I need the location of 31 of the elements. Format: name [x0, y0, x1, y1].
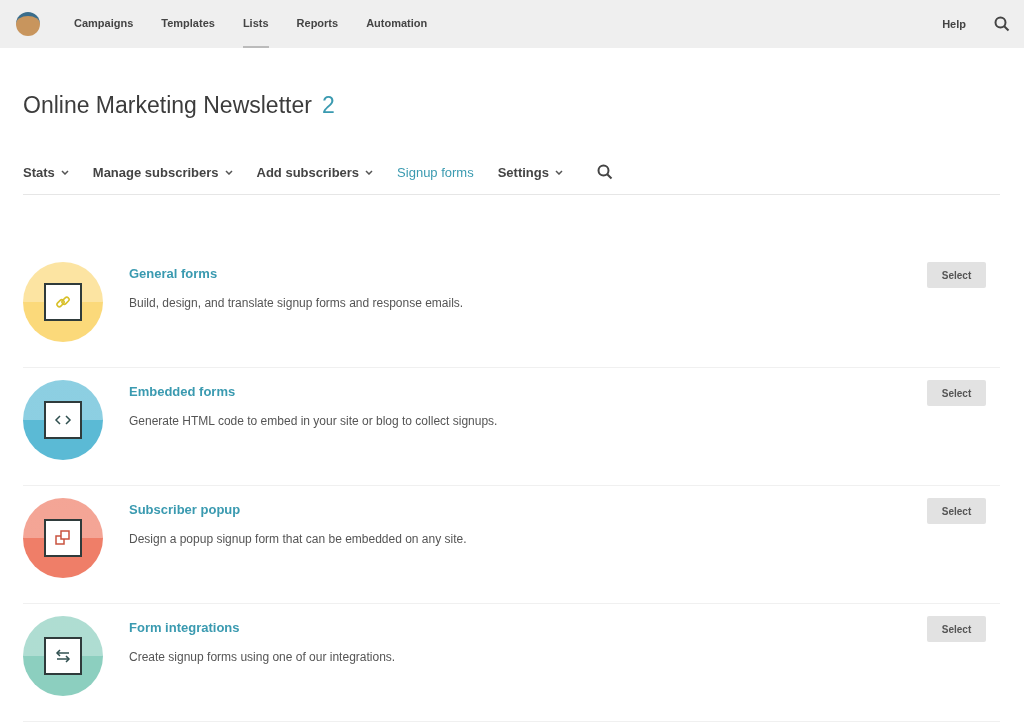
top-nav-link[interactable]: Campaigns [74, 0, 134, 48]
list-count: 2 [321, 91, 335, 120]
caret-icon [224, 169, 233, 175]
sub-nav-tab[interactable]: Stats [23, 162, 69, 182]
select-button[interactable]: Select [927, 616, 986, 642]
sub-nav-tab[interactable]: Settings [497, 162, 563, 182]
caret-icon [555, 169, 563, 175]
search-icon[interactable] [597, 164, 613, 181]
select-button[interactable]: Select [927, 498, 986, 524]
top-nav-link[interactable]: Automation [366, 0, 428, 48]
sub-nav-tab[interactable]: Add subscribers [256, 162, 374, 182]
swap-arrows-icon [54, 647, 72, 665]
select-button[interactable]: Select [927, 262, 986, 288]
form-type-description: Create signup forms using one of our integrations. [129, 648, 397, 666]
form-type-description: Build, design, and translate signup forms and response emails. [129, 294, 465, 312]
list-title: Online Marketing Newsletter [23, 91, 312, 120]
top-nav-link[interactable]: Reports [296, 0, 339, 48]
monkey-logo[interactable] [16, 12, 40, 36]
search-icon[interactable] [994, 16, 1010, 32]
code-brackets-icon [54, 414, 72, 426]
caret-icon [60, 169, 69, 175]
form-type-description: Generate HTML code to embed in your site or blog to collect signups. [129, 412, 499, 430]
caret-icon [365, 169, 374, 175]
select-button[interactable]: Select [927, 380, 986, 406]
top-nav-link[interactable]: Lists [242, 0, 269, 48]
help-link[interactable]: Help [942, 15, 966, 33]
overlapping-squares-icon [54, 529, 72, 547]
chain-link-icon [55, 294, 71, 310]
form-type-description: Design a popup signup form that can be embedded on any site. [129, 530, 468, 548]
sub-nav-tab[interactable]: Manage subscribers [92, 162, 233, 182]
top-nav-link[interactable]: Templates [161, 0, 215, 48]
